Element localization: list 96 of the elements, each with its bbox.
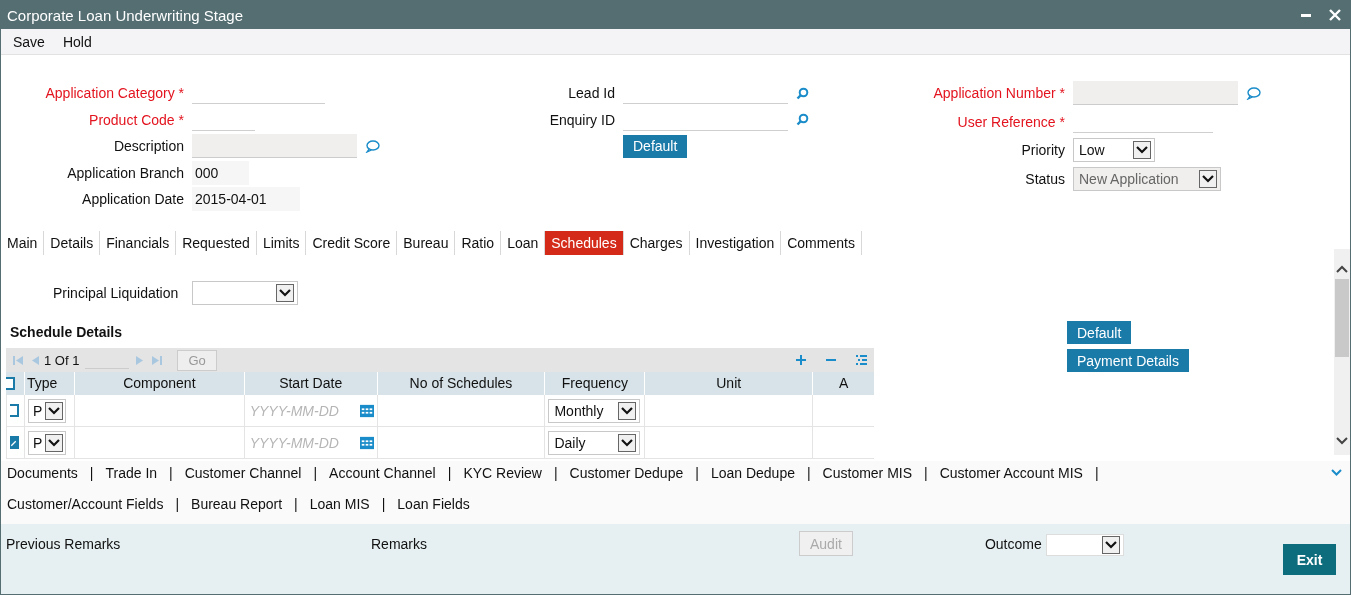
- separator: |: [168, 464, 174, 483]
- section-title: Schedule Details: [9, 323, 124, 342]
- dropdown[interactable]: P: [28, 430, 66, 455]
- action-button[interactable]: Payment Details: [1067, 349, 1189, 372]
- dropdown[interactable]: Low: [1073, 138, 1155, 163]
- menu-item[interactable]: Hold: [62, 33, 92, 50]
- link[interactable]: Loan Fields: [397, 494, 470, 514]
- checkbox[interactable]: [10, 404, 19, 417]
- tab[interactable]: Main: [1, 231, 45, 255]
- column-header: No of Schedules: [376, 372, 545, 395]
- separator: |: [923, 464, 929, 483]
- field-label: Enquiry ID: [548, 111, 615, 128]
- tab[interactable]: Credit Score: [306, 231, 398, 255]
- link[interactable]: Customer Dedupe: [569, 463, 684, 483]
- separator: |: [805, 464, 812, 483]
- tab[interactable]: Financials: [100, 231, 177, 255]
- field-label: Priority: [1020, 142, 1065, 159]
- field-label: Description: [112, 138, 184, 155]
- tab[interactable]: Schedules: [545, 231, 624, 255]
- input-field[interactable]: 000: [192, 160, 249, 185]
- field-label: Lead Id: [567, 85, 615, 102]
- field-label: Application Number *: [932, 85, 1065, 102]
- dropdown[interactable]: Daily: [548, 430, 641, 455]
- add-row-icon[interactable]: [795, 354, 807, 366]
- link[interactable]: Bureau Report: [191, 494, 283, 514]
- column-header: Frequency: [544, 372, 645, 395]
- scroll-down-icon[interactable]: [1336, 437, 1348, 445]
- column-header: Start Date: [243, 372, 377, 395]
- column-header: Type: [24, 372, 74, 395]
- field-label: Principal Liquidation: [53, 285, 179, 301]
- checkbox[interactable]: [10, 436, 19, 449]
- search-icon[interactable]: [796, 113, 809, 127]
- link[interactable]: Trade In: [105, 463, 158, 483]
- remarks-label: Remarks: [371, 535, 428, 554]
- separator: |: [174, 495, 181, 514]
- separator: |: [293, 495, 299, 514]
- input-field[interactable]: [1073, 81, 1238, 106]
- separator: |: [694, 464, 700, 483]
- dropdown[interactable]: [1045, 534, 1124, 556]
- tab[interactable]: Comments: [781, 231, 862, 255]
- link[interactable]: Customer Account MIS: [939, 463, 1083, 483]
- checkbox[interactable]: [6, 377, 15, 390]
- speech-bubble-icon[interactable]: [1246, 86, 1261, 100]
- field-label: Application Category *: [44, 85, 184, 102]
- previous-remarks-label: Previous Remarks: [6, 535, 122, 554]
- tab[interactable]: Bureau: [397, 231, 456, 255]
- tab[interactable]: Details: [44, 231, 101, 255]
- field-label: Status: [1024, 170, 1065, 187]
- input-field[interactable]: [192, 134, 357, 159]
- tab[interactable]: Limits: [256, 231, 307, 255]
- calendar-icon[interactable]: [359, 403, 374, 418]
- tab[interactable]: Investigation: [689, 231, 782, 255]
- calendar-icon[interactable]: [359, 435, 374, 450]
- exit-button[interactable]: Exit: [1283, 544, 1336, 575]
- link[interactable]: Account Channel: [329, 463, 436, 483]
- link[interactable]: Customer/Account Fields: [7, 494, 164, 514]
- window-title: Corporate Loan Underwriting Stage: [7, 6, 244, 24]
- dropdown[interactable]: Monthly: [548, 398, 641, 423]
- field-label: Product Code *: [88, 111, 184, 128]
- input-field[interactable]: 2015-04-01: [192, 187, 300, 212]
- column-header: A: [812, 372, 874, 395]
- outcome-label: Outcome: [984, 535, 1042, 554]
- field-label: Application Date: [81, 191, 184, 208]
- link[interactable]: Loan Dedupe: [710, 463, 795, 483]
- link[interactable]: KYC Review: [463, 463, 542, 483]
- field-label: Application Branch: [66, 164, 184, 181]
- separator: |: [88, 464, 95, 483]
- close-icon[interactable]: [1328, 8, 1342, 22]
- link[interactable]: Loan MIS: [309, 494, 370, 514]
- separator: |: [312, 464, 319, 483]
- tab[interactable]: Ratio: [455, 231, 502, 255]
- default-button[interactable]: Default: [623, 134, 688, 158]
- dropdown[interactable]: P: [28, 398, 66, 423]
- scrollbar[interactable]: [1334, 249, 1350, 455]
- scroll-up-icon[interactable]: [1336, 265, 1348, 273]
- page-indicator: 1 Of 1: [44, 352, 80, 368]
- column-header: Component: [73, 372, 244, 395]
- menu-item[interactable]: Save: [13, 33, 45, 50]
- speech-bubble-icon[interactable]: [365, 139, 380, 153]
- tab[interactable]: Charges: [623, 231, 690, 255]
- dropdown[interactable]: [192, 281, 299, 305]
- link[interactable]: Customer Channel: [184, 463, 302, 483]
- scroll-thumb[interactable]: [1335, 279, 1349, 357]
- link[interactable]: Documents: [7, 463, 78, 483]
- separator: |: [552, 464, 559, 483]
- separator: |: [380, 495, 387, 514]
- action-button[interactable]: Default: [1067, 321, 1132, 344]
- link[interactable]: Customer MIS: [822, 463, 913, 483]
- column-header: Unit: [644, 372, 813, 395]
- separator: |: [446, 464, 453, 483]
- search-icon[interactable]: [796, 86, 809, 100]
- separator: |: [1093, 464, 1100, 483]
- chevron-down-icon[interactable]: [1331, 469, 1342, 476]
- field-label: User Reference *: [956, 113, 1065, 130]
- tab[interactable]: Requested: [176, 231, 257, 255]
- list-icon[interactable]: [855, 354, 868, 366]
